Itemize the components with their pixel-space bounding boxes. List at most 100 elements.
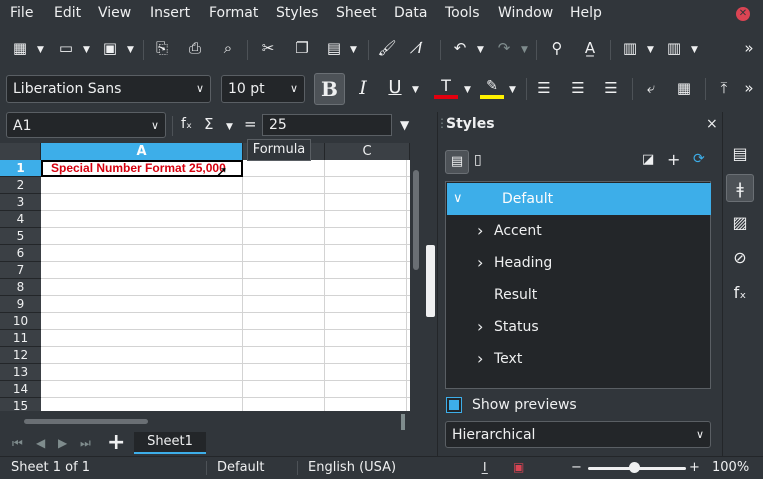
chevron-down-icon[interactable]: ▼: [226, 122, 233, 132]
menu-window[interactable]: Window: [498, 5, 553, 21]
chevron-down-icon[interactable]: ▼: [521, 45, 528, 55]
style-list[interactable]: ∨ Default › Accent › Heading Result › St…: [445, 181, 711, 389]
cell-a1[interactable]: Special Number Format 25,000: [41, 160, 243, 177]
row-header[interactable]: 15: [0, 398, 41, 411]
menu-file[interactable]: File: [10, 5, 33, 21]
font-name-combo[interactable]: Liberation Sans ∨: [6, 75, 211, 103]
row-header[interactable]: 10: [0, 313, 41, 330]
gallery-icon[interactable]: ▨: [726, 209, 754, 237]
underline-button[interactable]: U: [384, 78, 406, 100]
italic-button[interactable]: I: [352, 78, 374, 100]
redo-icon[interactable]: ↷: [492, 38, 516, 60]
last-sheet-icon[interactable]: ⏭: [80, 436, 91, 451]
language[interactable]: English (USA): [308, 460, 396, 475]
menu-styles[interactable]: Styles: [276, 5, 318, 21]
chevron-right-icon[interactable]: ›: [477, 311, 483, 343]
chevron-down-icon[interactable]: ▼: [647, 45, 654, 55]
scroll-splitter[interactable]: [401, 414, 405, 430]
style-item-default[interactable]: ∨ Default: [447, 183, 711, 215]
chevron-down-icon[interactable]: ▼: [691, 45, 698, 55]
close-icon[interactable]: ×: [706, 116, 718, 132]
formula-input[interactable]: 25: [262, 114, 392, 136]
align-left-icon[interactable]: ☰: [533, 78, 555, 100]
export-pdf-icon[interactable]: ⎘: [150, 38, 174, 60]
wrap-text-icon[interactable]: ⤶: [640, 78, 662, 100]
zoom-level[interactable]: 100%: [712, 460, 749, 475]
undo-icon[interactable]: ↶: [448, 38, 472, 60]
menu-help[interactable]: Help: [570, 5, 602, 21]
expand-formula-icon[interactable]: ▼: [400, 118, 409, 132]
row-header[interactable]: 9: [0, 296, 41, 313]
row-header[interactable]: 5: [0, 228, 41, 245]
font-size-combo[interactable]: 10 pt ∨: [221, 75, 305, 103]
menu-sheet[interactable]: Sheet: [336, 5, 376, 21]
row-header[interactable]: 13: [0, 364, 41, 381]
merge-cells-icon[interactable]: ▦: [673, 78, 695, 100]
open-folder-icon[interactable]: ▭: [54, 38, 78, 60]
chevron-down-icon[interactable]: ▼: [350, 45, 357, 55]
clear-formatting-icon[interactable]: I̸: [408, 38, 432, 60]
vertical-scrollbar-thumb[interactable]: [413, 170, 419, 270]
column-icon[interactable]: ▥: [662, 38, 686, 60]
show-previews-checkbox[interactable]: [446, 397, 462, 413]
spreadsheet-grid[interactable]: A B C 123456789101112131415 Special Numb…: [0, 143, 410, 411]
zoom-out-button[interactable]: −: [571, 460, 582, 475]
align-right-icon[interactable]: ☰: [600, 78, 622, 100]
sidebar-splitter[interactable]: [426, 245, 435, 317]
row-icon[interactable]: ▥: [618, 38, 642, 60]
column-header-c[interactable]: C: [325, 143, 410, 160]
style-item-status[interactable]: › Status: [447, 311, 711, 343]
style-item-heading[interactable]: › Heading: [447, 247, 711, 279]
style-item-text[interactable]: › Text: [447, 343, 711, 375]
name-box[interactable]: A1 ∨: [6, 112, 166, 138]
menu-edit[interactable]: Edit: [54, 5, 81, 21]
select-all-corner[interactable]: [0, 143, 41, 160]
spelling-icon[interactable]: A̲: [578, 38, 602, 60]
menu-view[interactable]: View: [98, 5, 131, 21]
row-header[interactable]: 3: [0, 194, 41, 211]
row-header[interactable]: 2: [0, 177, 41, 194]
column-header-a[interactable]: A: [41, 143, 243, 160]
page-style[interactable]: Default: [217, 460, 265, 475]
new-style-icon[interactable]: +: [667, 150, 680, 169]
chevron-down-icon[interactable]: ▼: [464, 85, 471, 95]
document-modified-icon[interactable]: ▣: [513, 460, 524, 474]
copy-icon[interactable]: ❐: [290, 38, 314, 60]
chevron-down-icon[interactable]: ▼: [509, 85, 516, 95]
formula-equals-icon[interactable]: =: [244, 115, 257, 133]
menu-tools[interactable]: Tools: [445, 5, 480, 21]
cut-icon[interactable]: ✂: [256, 38, 280, 60]
menu-data[interactable]: Data: [394, 5, 427, 21]
row-header[interactable]: 4: [0, 211, 41, 228]
paste-icon[interactable]: ▤: [322, 38, 346, 60]
previous-sheet-icon[interactable]: ◀: [36, 436, 45, 450]
row-header[interactable]: 12: [0, 347, 41, 364]
function-wizard-icon[interactable]: fₓ: [181, 116, 192, 132]
navigator-icon[interactable]: ⊘: [726, 244, 754, 272]
chevron-down-icon[interactable]: ∨: [453, 183, 463, 215]
row-header[interactable]: 1: [0, 160, 41, 177]
sheet-position[interactable]: Sheet 1 of 1: [11, 460, 90, 475]
find-replace-icon[interactable]: ⚲: [545, 38, 569, 60]
add-sheet-button[interactable]: +: [107, 430, 125, 455]
align-center-icon[interactable]: ☰: [567, 78, 589, 100]
style-filter-combo[interactable]: Hierarchical ∨: [445, 421, 711, 448]
menu-format[interactable]: Format: [209, 5, 258, 21]
chevron-right-icon[interactable]: ›: [477, 247, 483, 279]
page-styles-icon[interactable]: ▯: [474, 152, 482, 168]
chevron-down-icon[interactable]: ▼: [477, 45, 484, 55]
chevron-right-icon[interactable]: ›: [477, 215, 483, 247]
chevron-down-icon[interactable]: ▼: [412, 85, 419, 95]
row-header[interactable]: 7: [0, 262, 41, 279]
chevron-down-icon[interactable]: ▼: [83, 45, 90, 55]
functions-icon[interactable]: fₓ: [726, 279, 754, 307]
properties-icon[interactable]: ▤: [726, 140, 754, 168]
bold-button[interactable]: B: [314, 73, 345, 105]
save-icon[interactable]: ▣: [98, 38, 122, 60]
toolbar-overflow-icon[interactable]: »: [740, 38, 758, 60]
style-item-accent[interactable]: › Accent: [447, 215, 711, 247]
chevron-down-icon[interactable]: ▼: [37, 45, 44, 55]
cell-styles-icon[interactable]: ▤: [445, 150, 469, 174]
clone-formatting-icon[interactable]: 🖌: [375, 38, 399, 60]
row-header[interactable]: 11: [0, 330, 41, 347]
